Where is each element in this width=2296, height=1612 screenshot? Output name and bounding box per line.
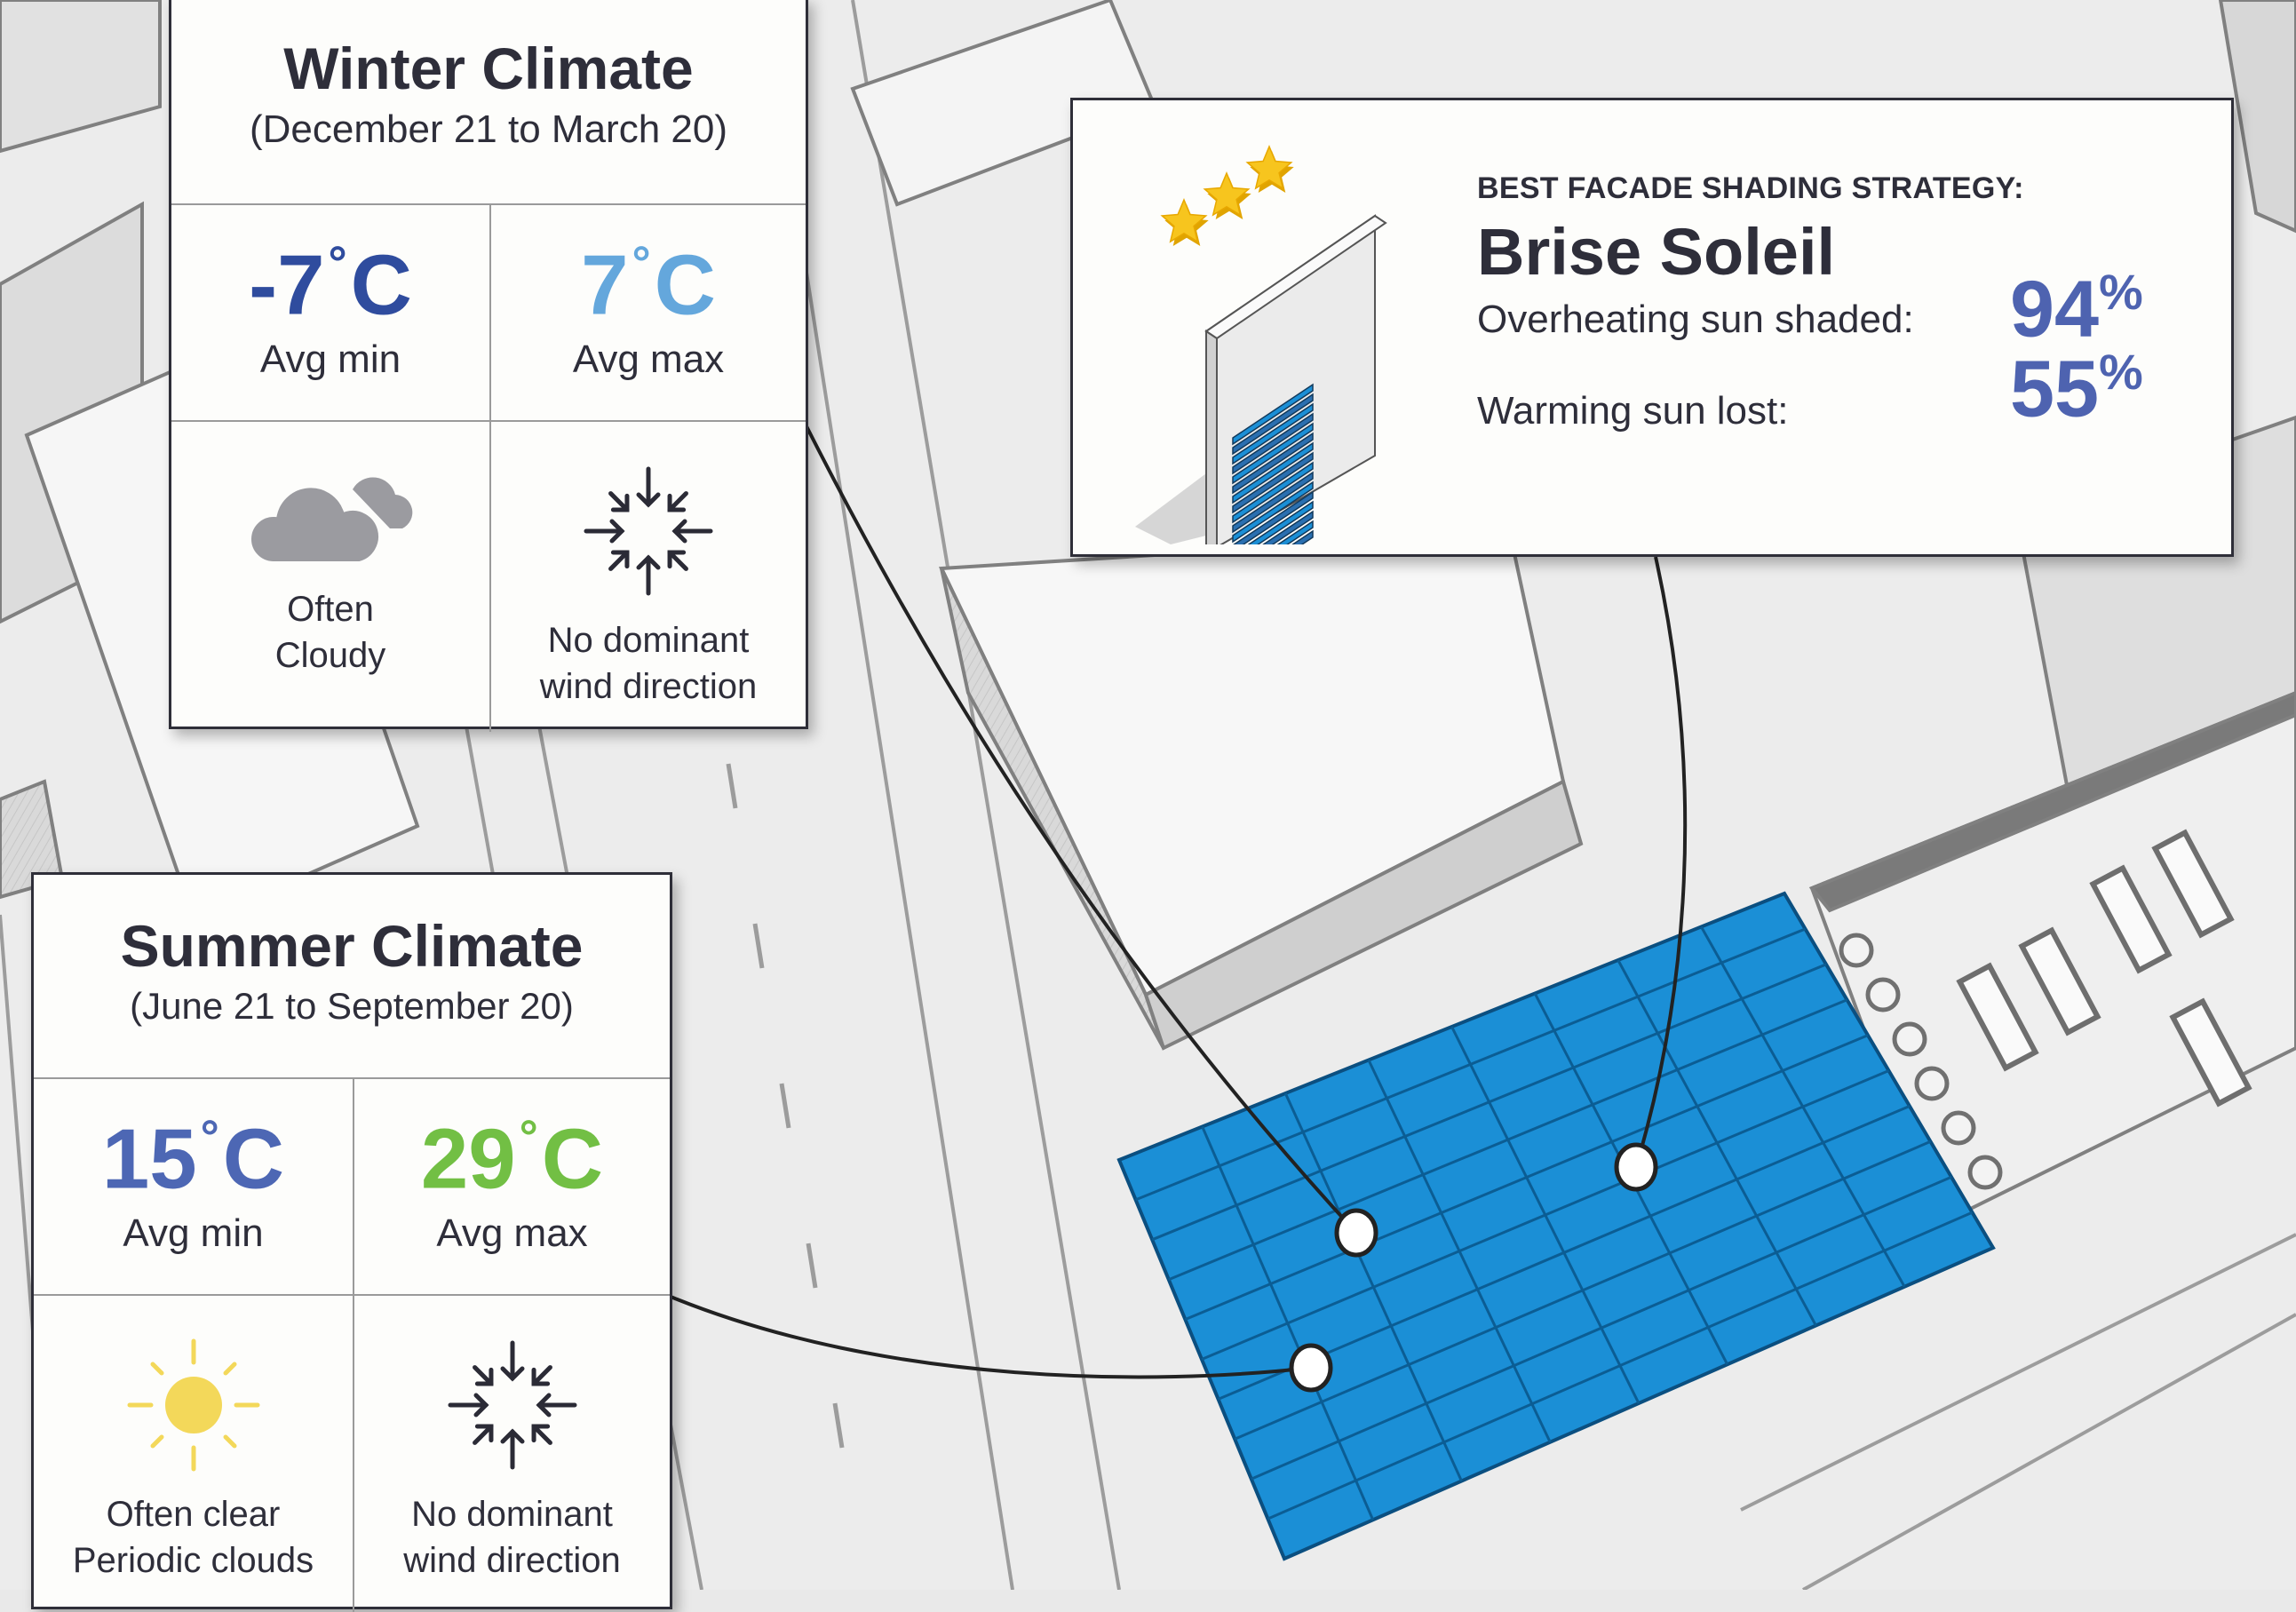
- facade-shading-panel: BEST FACADE SHADING STRATEGY: Brise Sole…: [1070, 98, 2234, 557]
- desc-line: Often: [287, 590, 374, 629]
- winter-sky: Often Cloudy: [171, 422, 489, 728]
- arrow: [636, 554, 661, 596]
- degree-symbol: °: [519, 1111, 538, 1163]
- summer-avg-min-value: 15°C: [34, 1114, 353, 1203]
- arrow: [500, 1340, 524, 1382]
- summer-avg-max-label: Avg max: [436, 1211, 588, 1255]
- arrow: [472, 1424, 493, 1445]
- arrow: [584, 519, 625, 544]
- arrow: [667, 550, 688, 571]
- arrow: [608, 491, 630, 512]
- arrow: [636, 466, 661, 508]
- facade-strategy-name: Brise Soleil: [1477, 215, 1836, 289]
- summer-climate-panel: Summer Climate (June 21 to September 20)…: [31, 872, 672, 1612]
- degree-symbol: °: [328, 237, 347, 290]
- desc-line: Often clear: [106, 1495, 281, 1534]
- metric-value-warming: 55%: [2010, 347, 2143, 430]
- temp-unit: C: [350, 237, 412, 333]
- temp-number: 15: [101, 1111, 197, 1207]
- metric-label-warming: Warming sun lost:: [1477, 389, 1789, 433]
- summer-marker[interactable]: [1289, 1343, 1333, 1393]
- arrow: [531, 1424, 552, 1445]
- metric-number: 55: [2010, 345, 2100, 434]
- winter-avg-min: -7°C Avg min: [171, 205, 489, 420]
- winter-period: (December 21 to March 20): [250, 107, 727, 151]
- wall-side: [1205, 330, 1218, 544]
- cloud-icon: [246, 477, 413, 567]
- metric-value-overheating: 94%: [2010, 267, 2143, 350]
- metric-number: 94: [2010, 265, 2100, 354]
- brise-soleil-illustration: [1135, 145, 1387, 544]
- temp-number: 29: [420, 1111, 516, 1207]
- winter-avg-max: 7°C Avg max: [491, 205, 806, 420]
- desc-line: No dominant: [547, 621, 750, 660]
- degree-symbol: °: [632, 237, 651, 290]
- temp-unit: C: [222, 1111, 285, 1207]
- facade-kicker: BEST FACADE SHADING STRATEGY:: [1477, 171, 2024, 205]
- rating-stars: [1160, 145, 1294, 246]
- temp-number: -7: [249, 237, 325, 333]
- summer-sky: Often clear Periodic clouds: [34, 1296, 353, 1607]
- arrow: [535, 1393, 576, 1417]
- summer-period: (June 21 to September 20): [130, 985, 574, 1027]
- desc-line: wind direction: [539, 667, 758, 706]
- percent-sign: %: [2099, 344, 2143, 400]
- summer-avg-max: 29°C Avg max: [354, 1079, 670, 1294]
- sun-icon: [127, 1338, 259, 1472]
- desc-line: Periodic clouds: [72, 1541, 314, 1580]
- converging-arrows-icon: [448, 1340, 576, 1470]
- winter-title: Winter Climate: [283, 36, 694, 101]
- winter-sky-desc: Often Cloudy: [171, 586, 489, 679]
- arrow: [472, 1365, 493, 1386]
- wall-shadow: [1135, 473, 1206, 544]
- desc-line: wind direction: [403, 1541, 621, 1580]
- winter-wind: No dominant wind direction: [491, 422, 806, 728]
- facade-marker[interactable]: [1614, 1142, 1658, 1192]
- arrow: [531, 1365, 552, 1386]
- metric-label-overheating: Overheating sun shaded:: [1477, 298, 1914, 341]
- temp-unit: C: [654, 237, 716, 333]
- arrow: [667, 491, 688, 512]
- winter-wind-desc: No dominant wind direction: [491, 617, 806, 710]
- temp-unit: C: [541, 1111, 604, 1207]
- winter-avg-min-value: -7°C: [171, 240, 489, 329]
- converging-arrows-icon: [584, 466, 713, 596]
- winter-avg-max-label: Avg max: [572, 337, 725, 381]
- degree-symbol: °: [200, 1111, 219, 1163]
- summer-wind-desc: No dominant wind direction: [354, 1491, 670, 1584]
- arrow: [448, 1393, 489, 1417]
- summer-avg-min: 15°C Avg min: [34, 1079, 353, 1294]
- temp-number: 7: [581, 237, 629, 333]
- summer-avg-max-value: 29°C: [354, 1114, 670, 1203]
- percent-sign: %: [2099, 264, 2143, 320]
- arrow: [500, 1428, 524, 1470]
- arrow: [671, 519, 713, 544]
- highlighted-site-area[interactable]: [1116, 891, 1996, 1561]
- winter-avg-max-value: 7°C: [491, 240, 806, 329]
- desc-line: No dominant: [411, 1495, 613, 1534]
- summer-header: Summer Climate (June 21 to September 20): [34, 875, 670, 1079]
- winter-avg-min-label: Avg min: [259, 337, 401, 381]
- summer-avg-min-label: Avg min: [123, 1211, 264, 1255]
- arrow: [608, 550, 630, 571]
- summer-title: Summer Climate: [120, 913, 584, 979]
- desc-line: Cloudy: [274, 636, 386, 675]
- winter-header: Winter Climate (December 21 to March 20): [171, 0, 806, 205]
- summer-wind: No dominant wind direction: [354, 1296, 670, 1607]
- winter-climate-panel: Winter Climate (December 21 to March 20)…: [169, 0, 808, 732]
- winter-marker[interactable]: [1334, 1208, 1378, 1258]
- summer-sky-desc: Often clear Periodic clouds: [34, 1491, 353, 1584]
- wall-face: [1205, 214, 1376, 544]
